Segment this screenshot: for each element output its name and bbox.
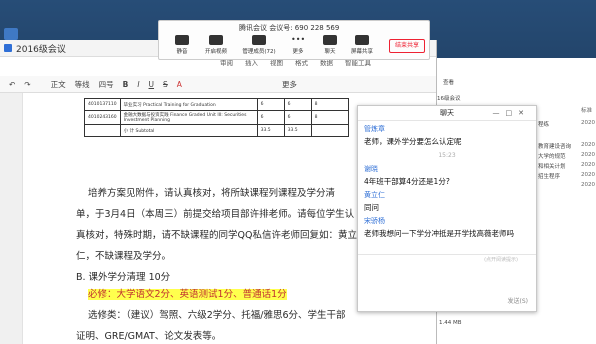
window-controls[interactable]: —□✕: [493, 106, 530, 120]
format-toolbar: ↶ ↷ 正文 等线 四号 B I U S A 更多: [0, 76, 436, 93]
file-item[interactable]: 招生程序: [538, 172, 560, 180]
italic-button[interactable]: I: [137, 80, 139, 89]
paragraph-line: 真核对，特殊时期，请不缺课程的同学QQ私信许老师回复如：黄立: [76, 230, 357, 241]
end-share-button[interactable]: 结束共享: [389, 39, 425, 53]
file-date: 2020: [581, 182, 595, 188]
chat-panel: 聊天 —□✕ 管炼章 老师，课外学分要怎么认定呢 15:23 谢晓 4年班干部算…: [357, 105, 537, 312]
table-cell: [84, 124, 121, 137]
message-text: 同问: [364, 203, 379, 212]
table-cell: 6: [283, 110, 312, 125]
microphone-icon: [175, 35, 189, 45]
file-date: 2020: [581, 172, 595, 178]
column-header[interactable]: 标准: [581, 106, 592, 114]
mute-label: 静音: [176, 49, 188, 55]
folder-name[interactable]: 16级会议: [437, 94, 461, 102]
view-label[interactable]: 查看: [443, 78, 454, 86]
paragraph-line: 选修类：（建议）驾照、六级2学分、托福/雅思6分、学生干部: [88, 310, 346, 321]
table-cell: 8: [310, 110, 349, 125]
section-heading: B. 课外学分清理 10分: [76, 272, 171, 283]
video-label: 开启视频: [204, 49, 227, 55]
file-date: 2020: [581, 120, 595, 126]
font-select[interactable]: 等线: [75, 79, 90, 90]
file-date: 2020: [581, 162, 595, 168]
screen-share-button[interactable]: 屏幕共享: [347, 35, 377, 55]
table-cell: 6: [283, 98, 312, 111]
people-icon: [252, 35, 266, 45]
table-cell: 4010243160: [84, 110, 121, 125]
table-row: 4010243160 金融大数据与投资实践 Finance Graded Uni…: [84, 110, 349, 125]
message-text: 老师我想问一下学分冲抵是开学找高薇老师吗: [364, 229, 514, 238]
strike-button[interactable]: S: [163, 80, 168, 89]
paragraph-line: 仁，不缺课程及学分。: [76, 251, 172, 262]
more-button[interactable]: ••• 更多: [283, 35, 313, 55]
document-title: 2016级会议: [16, 44, 66, 55]
table-row: 4010137110 毕业实习 Practical Training for G…: [84, 98, 349, 111]
desktop-folder-icon[interactable]: [4, 28, 18, 40]
table-cell: 4010137110: [84, 98, 121, 111]
more-label: 更多: [292, 49, 304, 55]
table-row: 小 计 Subtotal 33.5 33.5: [84, 124, 349, 137]
bold-button[interactable]: B: [123, 80, 129, 89]
table-cell: [310, 124, 349, 137]
table-cell: 6: [256, 110, 285, 125]
doc-logo-icon: [4, 44, 12, 52]
meeting-toolbar: 腾讯会议 会议号: 690 228 569 静音 开启视频 管理成员(72) •…: [158, 20, 430, 60]
chat-icon: [323, 35, 337, 45]
table-cell: 8: [310, 98, 349, 111]
file-item[interactable]: 教育建设咨询: [538, 142, 571, 150]
table-cell: 33.5: [256, 124, 285, 137]
chat-label: 聊天: [324, 49, 336, 55]
more-button[interactable]: 更多: [282, 79, 297, 90]
paragraph-line: 培养方案见附件，请认真核对，将所缺课程列课程及学分清: [88, 188, 336, 199]
size-select[interactable]: 四号: [99, 79, 114, 90]
sender-name: 宋骄杨: [364, 217, 385, 225]
style-select[interactable]: 正文: [51, 79, 66, 90]
more-icon: •••: [291, 35, 306, 44]
meeting-title: 腾讯会议 会议号: 690 228 569: [239, 24, 340, 32]
message-text: 4年班干部算4分还是1分?: [364, 177, 450, 186]
share-label: 屏幕共享: [350, 49, 373, 55]
paragraph-line: 单，于3月4日（本周三）前提交给项目部许排老师。请每位学生认: [76, 209, 355, 220]
table-cell: 毕业实习 Practical Training for Graduation: [119, 98, 258, 111]
mute-button[interactable]: 静音: [167, 35, 197, 55]
left-sidebar: [0, 93, 23, 344]
send-button[interactable]: 发送(S): [508, 296, 529, 305]
members-button[interactable]: 管理成员(72): [239, 35, 279, 55]
redo-icon[interactable]: ↷: [24, 80, 30, 89]
video-button[interactable]: 开启视频: [201, 35, 231, 55]
chat-button[interactable]: 聊天: [315, 35, 345, 55]
file-item[interactable]: 和相关计划: [538, 162, 566, 170]
file-date: 2020: [581, 142, 595, 148]
underline-button[interactable]: U: [149, 80, 155, 89]
file-date: 2020: [581, 152, 595, 158]
chat-input-area[interactable]: (点开阅读提示) 发送(S): [358, 254, 536, 311]
members-label: 管理成员(72): [242, 49, 276, 55]
file-item[interactable]: 程练: [538, 120, 549, 128]
table-cell: 小 计 Subtotal: [119, 124, 258, 137]
required-credits: 必修：大学语文2分、英语测试1分、普通话1分: [88, 286, 287, 300]
course-table: 4010137110 毕业实习 Practical Training for G…: [84, 98, 349, 137]
table-cell: 金融大数据与投资实践 Finance Graded Unit III: Secu…: [119, 110, 258, 125]
read-hint: (点开阅读提示): [484, 257, 518, 263]
message-text: 老师，课外学分要怎么认定呢: [364, 137, 462, 146]
undo-icon[interactable]: ↶: [9, 80, 15, 89]
sender-name: 管炼章: [364, 125, 385, 133]
table-cell: 33.5: [283, 124, 312, 137]
paragraph-line: 证明、GRE/GMAT、论文发表等。: [76, 331, 222, 342]
font-color-button[interactable]: A: [177, 80, 182, 89]
table-cell: 6: [256, 98, 285, 111]
message-time: 15:23: [438, 152, 456, 159]
highlighted-text: 必修：大学语文2分、英语测试1分、普通话1分: [88, 289, 287, 300]
chat-title: 聊天: [440, 109, 454, 117]
file-size: 1.44 MB: [439, 320, 462, 326]
screen-share-icon: [355, 35, 369, 45]
camera-icon: [209, 35, 223, 45]
file-item[interactable]: 大学的规范: [538, 152, 566, 160]
chat-header: 聊天 —□✕: [358, 106, 536, 121]
sender-name: 谢晓: [364, 165, 378, 173]
sender-name: 黄立仁: [364, 191, 385, 199]
